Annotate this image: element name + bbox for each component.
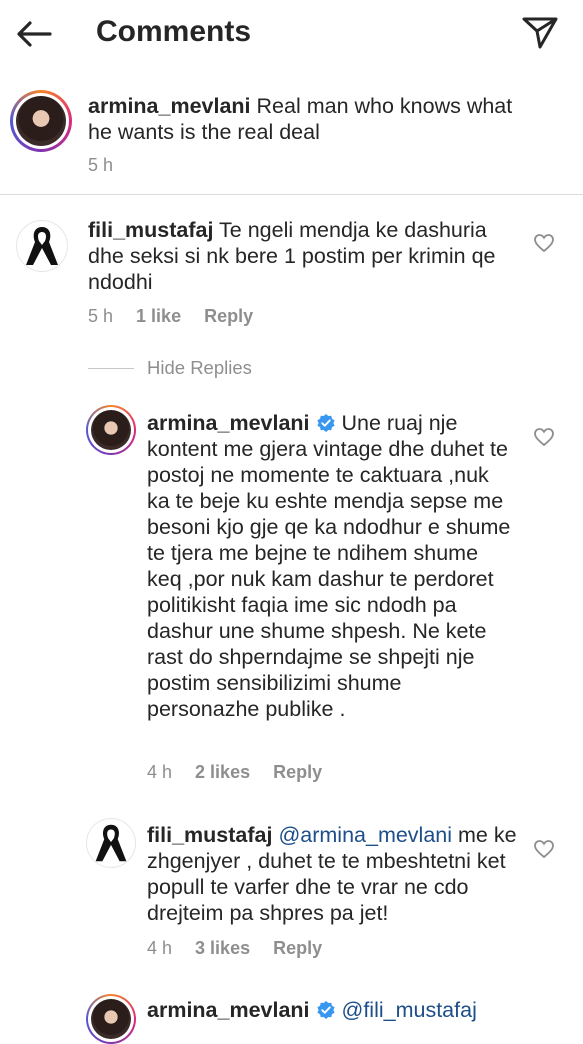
likes-count[interactable]: 2 likes [195,762,250,782]
comments-header: Comments [0,0,583,68]
page-title: Comments [96,15,252,48]
likes-count[interactable]: 3 likes [195,938,250,958]
timestamp: 4 h [147,938,173,958]
timestamp: 4 h [147,762,173,782]
verified-badge-icon [316,1001,335,1019]
hide-replies-button[interactable]: Hide Replies [147,357,252,379]
likes-count[interactable]: 1 like [136,306,181,326]
black-ribbon-icon [26,227,58,265]
avatar[interactable] [10,90,72,152]
black-ribbon-icon [95,824,127,862]
paper-plane-icon[interactable] [521,14,559,52]
heart-outline-icon[interactable] [533,839,555,859]
username[interactable]: fili_mustafaj [88,218,213,242]
reply-text: Une ruaj nje kontent me gjera vintage dh… [147,411,511,721]
username[interactable]: armina_mevlani [88,94,251,118]
timestamp: 5 h [88,306,114,326]
mention-link[interactable]: @armina_mevlani [278,823,452,847]
username[interactable]: armina_mevlani [147,411,310,435]
timestamp: 5 h [88,155,114,175]
avatar[interactable] [86,818,136,868]
verified-badge-icon [316,414,335,432]
arrow-left-icon[interactable] [14,16,54,52]
avatar[interactable] [86,994,136,1044]
username[interactable]: armina_mevlani [147,998,310,1022]
reply-button[interactable]: Reply [273,938,322,958]
username[interactable]: fili_mustafaj [147,823,272,847]
heart-outline-icon[interactable] [533,233,555,253]
heart-outline-icon[interactable] [533,427,555,447]
mention-link[interactable]: @fili_mustafaj [342,998,477,1022]
reply-button[interactable]: Reply [204,306,253,326]
divider [88,368,134,369]
divider [0,194,583,195]
avatar[interactable] [16,220,68,272]
avatar[interactable] [86,405,136,455]
reply-button[interactable]: Reply [273,762,322,782]
